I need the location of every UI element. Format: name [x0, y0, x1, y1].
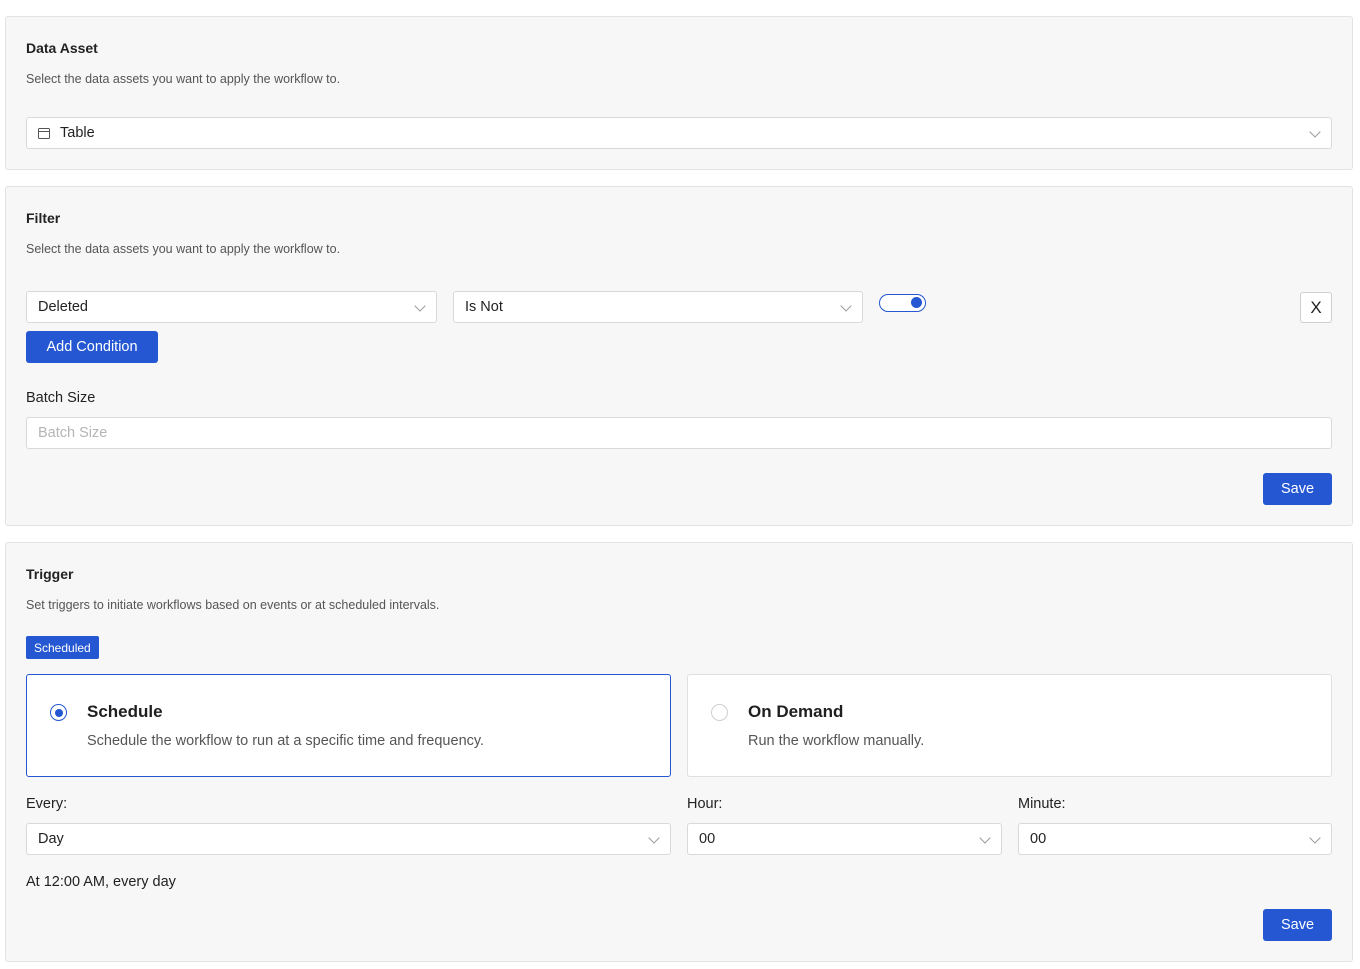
data-asset-description: Select the data assets you want to apply…	[26, 72, 341, 86]
every-select-value: Day	[38, 831, 64, 847]
chevron-down-icon	[979, 832, 991, 844]
every-label: Every:	[26, 796, 68, 812]
filter-field-value: Deleted	[38, 299, 88, 315]
filter-operator-select[interactable]: Is Not	[453, 291, 863, 323]
hour-select-value: 00	[699, 831, 716, 847]
data-asset-select[interactable]: Table	[26, 117, 1332, 149]
hour-label: Hour:	[687, 796, 723, 812]
minute-label: Minute:	[1018, 796, 1066, 812]
add-condition-button[interactable]: Add Condition	[26, 331, 158, 363]
minute-select[interactable]: 00	[1018, 823, 1332, 855]
chevron-down-icon	[648, 832, 660, 844]
hour-select[interactable]: 00	[687, 823, 1002, 855]
schedule-option-card[interactable]: Schedule Schedule the workflow to run at…	[26, 674, 671, 777]
schedule-option-title: Schedule	[87, 702, 163, 721]
on-demand-option-title: On Demand	[748, 702, 844, 721]
remove-condition-button[interactable]: X	[1300, 292, 1332, 323]
trigger-description: Set triggers to initiate workflows based…	[26, 598, 440, 612]
every-select[interactable]: Day	[26, 823, 671, 855]
filter-save-button[interactable]: Save	[1263, 473, 1332, 505]
schedule-summary: At 12:00 AM, every day	[26, 874, 176, 890]
trigger-title: Trigger	[26, 566, 74, 582]
filter-title: Filter	[26, 210, 61, 226]
batch-size-input[interactable]	[26, 417, 1332, 449]
filter-card: Filter Select the data assets you want t…	[5, 186, 1353, 526]
batch-size-label: Batch Size	[26, 390, 96, 406]
on-demand-option-description: Run the workflow manually.	[748, 733, 925, 749]
chevron-down-icon	[1309, 126, 1321, 138]
chevron-down-icon	[1309, 832, 1321, 844]
chevron-down-icon	[414, 300, 426, 312]
on-demand-radio[interactable]	[711, 704, 728, 721]
toggle-knob	[911, 297, 922, 308]
data-asset-title: Data Asset	[26, 40, 98, 56]
scheduled-badge: Scheduled	[26, 636, 99, 659]
close-icon: X	[1310, 297, 1322, 317]
schedule-option-description: Schedule the workflow to run at a specif…	[87, 733, 485, 749]
chevron-down-icon	[840, 300, 852, 312]
filter-description: Select the data assets you want to apply…	[26, 242, 341, 256]
on-demand-option-card[interactable]: On Demand Run the workflow manually.	[687, 674, 1332, 777]
trigger-card: Trigger Set triggers to initiate workflo…	[5, 542, 1353, 962]
filter-operator-value: Is Not	[465, 299, 503, 315]
schedule-radio[interactable]	[50, 704, 67, 721]
filter-value-toggle[interactable]	[879, 294, 926, 312]
data-asset-select-value: Table	[60, 125, 95, 141]
minute-select-value: 00	[1030, 831, 1047, 847]
trigger-save-button[interactable]: Save	[1263, 909, 1332, 941]
data-asset-card: Data Asset Select the data assets you wa…	[5, 16, 1353, 170]
filter-field-select[interactable]: Deleted	[26, 291, 437, 323]
table-icon	[38, 127, 50, 139]
